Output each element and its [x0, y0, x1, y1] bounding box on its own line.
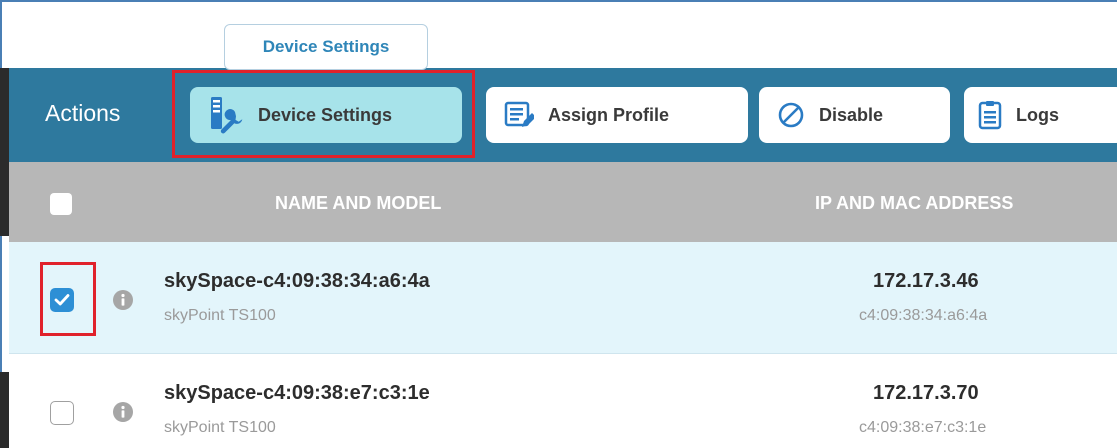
row-checkbox[interactable]: [50, 288, 74, 312]
device-mac: c4:09:38:e7:c3:1e: [859, 419, 987, 436]
table-row[interactable]: skySpace-c4:09:38:34:a6:4a skyPoint TS10…: [9, 242, 1117, 354]
logs-icon: [978, 100, 1002, 130]
device-model: skyPoint TS100: [164, 307, 276, 324]
side-strip: [0, 372, 9, 448]
device-mac: c4:09:38:34:a6:4a: [859, 307, 988, 324]
info-icon[interactable]: [113, 290, 133, 310]
device-name: skySpace-c4:09:38:e7:c3:1e: [164, 382, 430, 404]
assign-profile-icon: [504, 101, 534, 129]
device-ip: 172.17.3.46: [873, 270, 979, 292]
info-icon[interactable]: [113, 402, 133, 422]
device-settings-label: Device Settings: [258, 104, 393, 125]
actions-label: Actions: [45, 100, 121, 126]
column-header-name-model: NAME AND MODEL: [275, 193, 442, 213]
device-settings-tooltip: Device Settings: [224, 24, 428, 70]
checkmark-icon: [54, 294, 70, 306]
disable-label: Disable: [819, 104, 884, 125]
select-all-checkbox[interactable]: [50, 193, 72, 215]
disable-icon: [777, 101, 805, 129]
column-header-ip-mac: IP AND MAC ADDRESS: [815, 193, 1014, 213]
device-name: skySpace-c4:09:38:34:a6:4a: [164, 270, 430, 292]
device-model: skyPoint TS100: [164, 419, 276, 436]
device-settings-icon: [204, 95, 244, 135]
tooltip-text: Device Settings: [262, 37, 390, 56]
logs-label: Logs: [1016, 104, 1059, 125]
window-border-top: [0, 0, 1117, 2]
table-header: NAME AND MODEL IP AND MAC ADDRESS: [9, 162, 1117, 242]
assign-profile-button[interactable]: Assign Profile: [486, 87, 748, 143]
disable-button[interactable]: Disable: [759, 87, 950, 143]
assign-profile-label: Assign Profile: [548, 104, 670, 125]
device-settings-button[interactable]: Device Settings: [190, 87, 462, 143]
row-checkbox[interactable]: [50, 401, 74, 425]
side-strip: [0, 68, 9, 236]
logs-button[interactable]: Logs: [964, 87, 1117, 143]
device-ip: 172.17.3.70: [873, 382, 979, 404]
table-row[interactable]: skySpace-c4:09:38:e7:c3:1e skyPoint TS10…: [9, 354, 1117, 448]
actions-toolbar: Actions Device Settings Assign Profile D…: [9, 68, 1117, 162]
